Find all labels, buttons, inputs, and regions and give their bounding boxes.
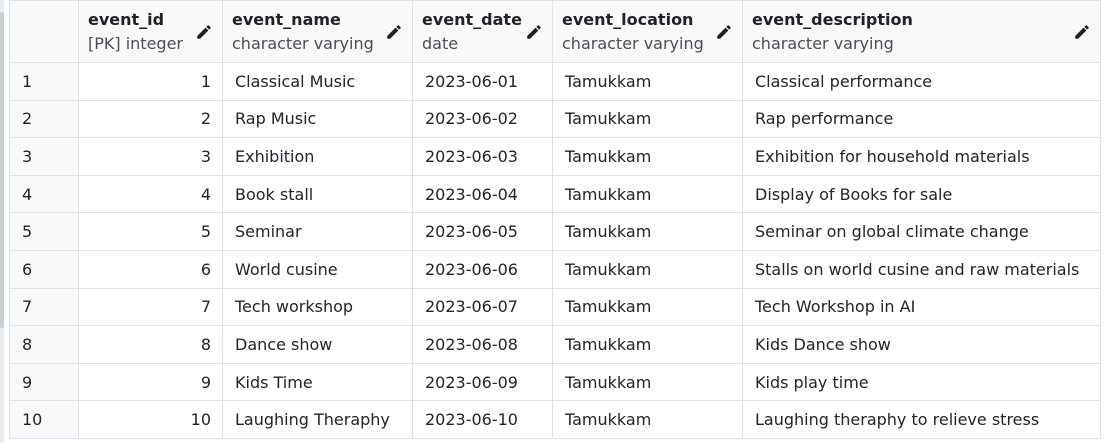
cell-event-location[interactable]: Tamukkam [552,137,743,176]
column-name: event_location [562,10,694,29]
column-name: event_description [752,10,913,29]
row-number[interactable]: 3 [9,137,79,176]
cell-event-id[interactable]: 1 [78,62,223,101]
cell-event-date[interactable]: 2023-06-02 [412,99,553,139]
row-number[interactable]: 1 [9,62,79,101]
cell-event-date[interactable]: 2023-06-03 [412,137,553,176]
cell-event-description[interactable]: Kids play time [742,362,1101,402]
column-type: character varying [752,34,894,53]
pencil-icon[interactable] [1073,23,1091,41]
table-row[interactable]: 4 4 Book stall 2023-06-04 Tamukkam Displ… [9,174,1101,214]
cell-event-description[interactable]: Classical performance [742,62,1101,101]
cell-event-date[interactable]: 2023-06-10 [412,400,553,439]
row-number[interactable]: 4 [9,174,79,214]
row-number-header[interactable] [9,0,79,63]
table-row[interactable]: 8 8 Dance show 2023-06-08 Tamukkam Kids … [9,325,1101,364]
cell-event-id[interactable]: 8 [78,325,223,364]
header-row: event_id [PK] integer event_name charact… [9,0,1101,63]
table-row[interactable]: 6 6 World cusine 2023-06-06 Tamukkam Sta… [9,249,1101,289]
row-number[interactable]: 10 [9,400,79,439]
cell-event-name[interactable]: Dance show [222,325,413,364]
column-name: event_date [422,10,522,29]
table-row[interactable]: 2 2 Rap Music 2023-06-02 Tamukkam Rap pe… [9,99,1101,139]
cell-event-date[interactable]: 2023-06-06 [412,249,553,289]
cell-event-name[interactable]: Classical Music [222,62,413,101]
row-number[interactable]: 6 [9,249,79,289]
cell-event-name[interactable]: Tech workshop [222,287,413,327]
column-type: character varying [232,34,374,53]
table-row[interactable]: 9 9 Kids Time 2023-06-09 Tamukkam Kids p… [9,362,1101,402]
pencil-icon[interactable] [715,23,733,41]
cell-event-location[interactable]: Tamukkam [552,62,743,101]
column-header-event-location[interactable]: event_location character varying [552,0,743,63]
cell-event-id[interactable]: 3 [78,137,223,176]
cell-event-location[interactable]: Tamukkam [552,174,743,214]
cell-event-description[interactable]: Seminar on global climate change [742,212,1101,251]
cell-event-id[interactable]: 5 [78,212,223,251]
cell-event-name[interactable]: Book stall [222,174,413,214]
row-number[interactable]: 7 [9,287,79,327]
cell-event-id[interactable]: 10 [78,400,223,439]
pencil-icon[interactable] [385,23,403,41]
column-header-event-date[interactable]: event_date date [412,0,553,63]
pencil-icon[interactable] [525,23,543,41]
scroll-thumb[interactable] [0,12,4,328]
cell-event-name[interactable]: Rap Music [222,99,413,139]
row-number[interactable]: 5 [9,212,79,251]
cell-event-location[interactable]: Tamukkam [552,362,743,402]
cell-event-location[interactable]: Tamukkam [552,287,743,327]
cell-event-id[interactable]: 7 [78,287,223,327]
column-type: character varying [562,34,704,53]
cell-event-name[interactable]: Exhibition [222,137,413,176]
column-header-event-description[interactable]: event_description character varying [742,0,1101,63]
column-name: event_id [88,10,165,29]
cell-event-id[interactable]: 6 [78,249,223,289]
column-type: [PK] integer [88,34,183,53]
cell-event-date[interactable]: 2023-06-07 [412,287,553,327]
table-row[interactable]: 1 1 Classical Music 2023-06-01 Tamukkam … [9,62,1101,101]
scroll-strip [0,0,4,443]
row-number[interactable]: 9 [9,362,79,402]
cell-event-description[interactable]: Display of Books for sale [742,174,1101,214]
pencil-icon[interactable] [195,23,213,41]
cell-event-location[interactable]: Tamukkam [552,325,743,364]
cell-event-id[interactable]: 2 [78,99,223,139]
cell-event-description[interactable]: Laughing theraphy to relieve stress [742,400,1101,439]
cell-event-description[interactable]: Rap performance [742,99,1101,139]
cell-event-name[interactable]: World cusine [222,249,413,289]
cell-event-name[interactable]: Seminar [222,212,413,251]
cell-event-description[interactable]: Tech Workshop in AI [742,287,1101,327]
column-name: event_name [232,10,341,29]
cell-event-location[interactable]: Tamukkam [552,400,743,439]
result-table: event_id [PK] integer event_name charact… [9,0,1101,439]
cell-event-name[interactable]: Laughing Theraphy [222,400,413,439]
cell-event-location[interactable]: Tamukkam [552,99,743,139]
table-row[interactable]: 3 3 Exhibition 2023-06-03 Tamukkam Exhib… [9,137,1101,176]
column-type: date [422,34,459,53]
cell-event-location[interactable]: Tamukkam [552,212,743,251]
cell-event-id[interactable]: 9 [78,362,223,402]
cell-event-date[interactable]: 2023-06-09 [412,362,553,402]
cell-event-date[interactable]: 2023-06-01 [412,62,553,101]
cell-event-date[interactable]: 2023-06-05 [412,212,553,251]
row-number[interactable]: 2 [9,99,79,139]
column-header-event-name[interactable]: event_name character varying [222,0,413,63]
row-number[interactable]: 8 [9,325,79,364]
table-row[interactable]: 7 7 Tech workshop 2023-06-07 Tamukkam Te… [9,287,1101,327]
column-header-event-id[interactable]: event_id [PK] integer [78,0,223,63]
table-row[interactable]: 5 5 Seminar 2023-06-05 Tamukkam Seminar … [9,212,1101,251]
cell-event-id[interactable]: 4 [78,174,223,214]
cell-event-description[interactable]: Kids Dance show [742,325,1101,364]
table-row[interactable]: 10 10 Laughing Theraphy 2023-06-10 Tamuk… [9,400,1101,439]
cell-event-description[interactable]: Exhibition for household materials [742,137,1101,176]
cell-event-name[interactable]: Kids Time [222,362,413,402]
data-output-grid: event_id [PK] integer event_name charact… [9,0,1101,439]
cell-event-description[interactable]: Stalls on world cusine and raw materials [742,249,1101,289]
cell-event-location[interactable]: Tamukkam [552,249,743,289]
cell-event-date[interactable]: 2023-06-04 [412,174,553,214]
cell-event-date[interactable]: 2023-06-08 [412,325,553,364]
